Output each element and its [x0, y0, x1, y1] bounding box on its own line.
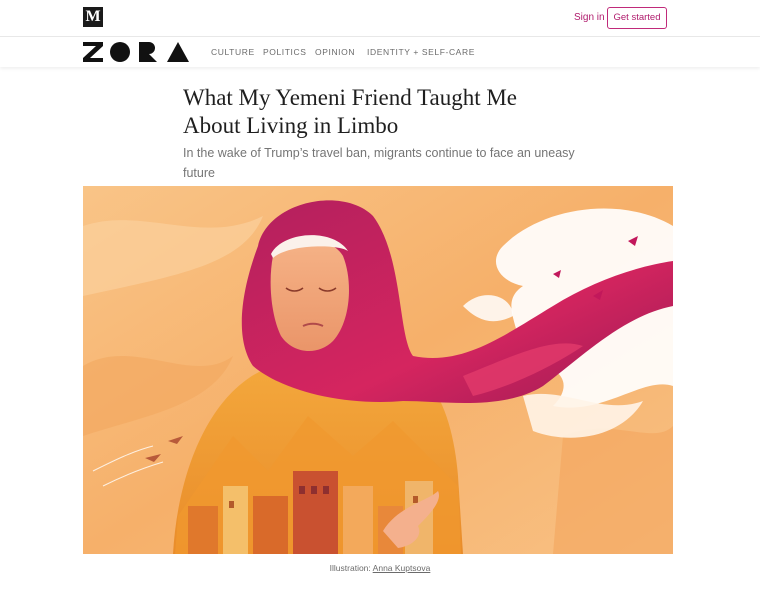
caption-prefix: Illustration: [329, 563, 373, 573]
image-caption: Illustration: Anna Kuptsova [0, 563, 760, 573]
article-title-line-1: What My Yemeni Friend Taught Me [183, 85, 517, 110]
article-title: What My Yemeni Friend Taught Me About Li… [183, 84, 583, 140]
zora-logo[interactable] [83, 42, 189, 62]
nav-culture[interactable]: CULTURE [211, 47, 255, 57]
publication-nav: CULTURE POLITICS OPINION IDENTITY + SELF… [0, 37, 760, 67]
article-title-line-2: About Living in Limbo [183, 113, 399, 138]
hero-illustration [83, 186, 673, 554]
medium-logo[interactable]: M [83, 7, 103, 27]
illustration-art [83, 186, 673, 554]
article-subtitle: In the wake of Trump’s travel ban, migra… [183, 146, 575, 180]
caption-author-link[interactable]: Anna Kuptsova [373, 563, 431, 573]
get-started-button[interactable]: Get started [607, 7, 667, 29]
sign-in-link[interactable]: Sign in [574, 12, 605, 23]
top-bar: M Sign in Get started [0, 0, 760, 37]
nav-politics[interactable]: POLITICS [263, 47, 307, 57]
nav-identity-self-care[interactable]: IDENTITY + SELF-CARE [367, 47, 475, 57]
nav-opinion[interactable]: OPINION [315, 47, 355, 57]
